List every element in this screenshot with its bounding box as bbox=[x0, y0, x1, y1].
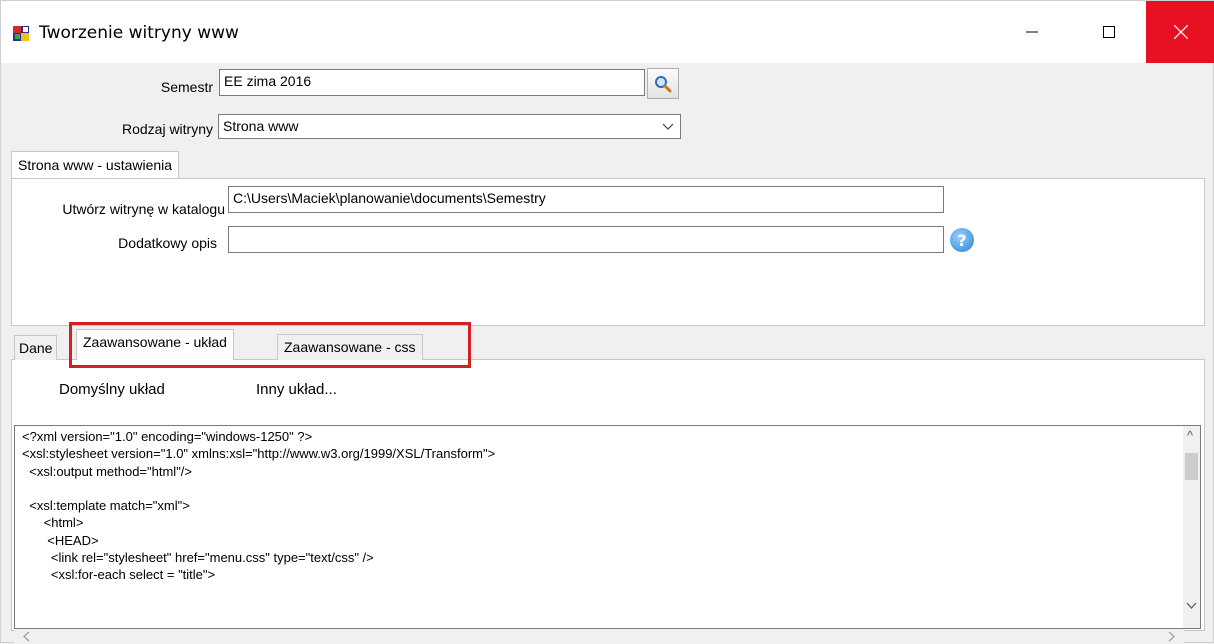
minimize-icon bbox=[1025, 31, 1038, 33]
tab-dane[interactable]: Dane bbox=[14, 335, 58, 360]
vertical-scrollbar[interactable]: ^ bbox=[1183, 426, 1200, 628]
semester-label: Semestr bbox=[160, 79, 213, 95]
horizontal-scrollbar[interactable] bbox=[14, 629, 1184, 644]
tab-strona-www-ustawienia[interactable]: Strona www - ustawienia bbox=[11, 151, 180, 179]
search-icon bbox=[655, 75, 672, 92]
close-icon bbox=[1173, 25, 1188, 39]
maximize-icon bbox=[1102, 26, 1115, 38]
description-label: Dodatkowy opis bbox=[118, 235, 217, 251]
xsl-code-text: <?xml version="1.0" encoding="windows-12… bbox=[22, 429, 496, 583]
site-type-value: Strona www bbox=[223, 118, 299, 134]
scroll-left-icon[interactable] bbox=[22, 631, 32, 642]
directory-field[interactable]: C:\Users\Maciek\planowanie\documents\Sem… bbox=[228, 186, 944, 213]
scroll-right-icon[interactable] bbox=[1166, 631, 1176, 642]
chevron-down-icon bbox=[662, 123, 674, 130]
scroll-thumb[interactable] bbox=[1185, 453, 1198, 480]
xsl-code-editor[interactable]: <?xml version="1.0" encoding="windows-12… bbox=[14, 425, 1201, 629]
other-layout-button[interactable]: Inny układ... bbox=[256, 381, 337, 398]
semester-field[interactable]: EE zima 2016 bbox=[219, 69, 645, 96]
scroll-up-icon[interactable]: ^ bbox=[1187, 428, 1193, 443]
title-bar: Tworzenie witryny www bbox=[1, 1, 1214, 63]
description-field[interactable] bbox=[228, 226, 944, 253]
search-button[interactable] bbox=[647, 68, 679, 99]
site-type-label: Rodzaj witryny bbox=[121, 121, 213, 137]
maximize-button[interactable] bbox=[1074, 1, 1143, 63]
highlight-frame bbox=[69, 322, 471, 368]
default-layout-button[interactable]: Domyślny układ bbox=[59, 381, 165, 398]
help-icon[interactable]: ? bbox=[950, 228, 974, 252]
scroll-down-icon[interactable] bbox=[1186, 601, 1197, 611]
close-button[interactable] bbox=[1146, 1, 1214, 63]
window-title: Tworzenie witryny www bbox=[39, 23, 239, 43]
app-window: Tworzenie witryny www Semestr EE zima 20… bbox=[0, 0, 1214, 644]
minimize-button[interactable] bbox=[997, 1, 1066, 63]
app-icon bbox=[13, 26, 29, 41]
directory-label: Utwórz witrynę w katalogu bbox=[62, 201, 225, 217]
site-type-select[interactable]: Strona www bbox=[218, 114, 681, 139]
